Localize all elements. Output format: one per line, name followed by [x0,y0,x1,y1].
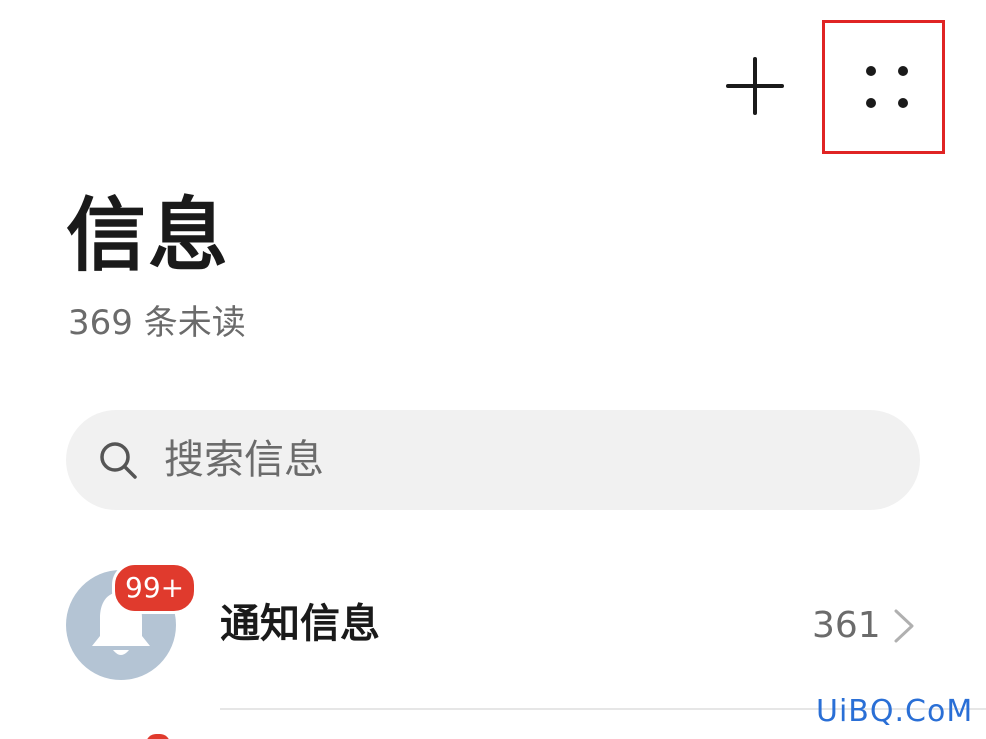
new-message-button[interactable] [724,55,786,117]
chevron-right-icon [894,609,914,643]
next-item-badge-peek [146,734,170,739]
unread-count: 369 条未读 [68,303,246,343]
watermark: UiBQ.CoM [816,694,974,729]
search-icon [100,442,137,479]
list-item-notifications[interactable]: 99+ 通知信息 361 [0,560,986,710]
unread-badge: 99+ [112,562,198,614]
search-input[interactable] [164,428,884,492]
conversation-title: 通知信息 [220,601,380,647]
conversation-count: 361 [812,605,881,646]
plus-icon [726,57,784,115]
search-bar[interactable] [66,410,920,510]
page-title: 信息 [66,189,230,282]
messages-screen: 信息 369 条未读 99+ 通知信息 361 UiBQ.CoM [0,0,986,739]
more-options-button[interactable] [822,20,945,154]
four-dots-icon [866,66,908,108]
